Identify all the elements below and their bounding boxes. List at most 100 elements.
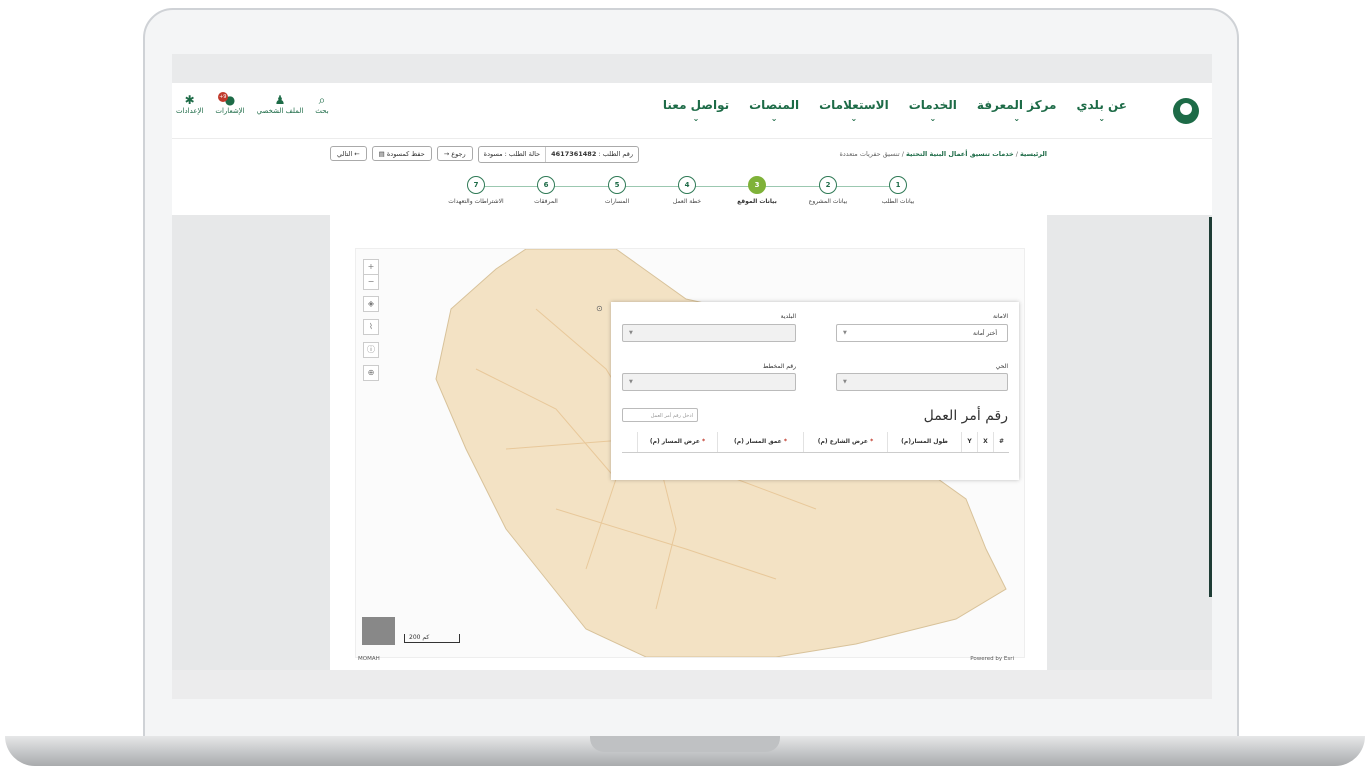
profile-label: الملف الشخصي [256,107,304,115]
request-number-field: رقم الطلب : 4617361482 [545,147,638,162]
step-number: 5 [608,176,626,194]
plan-select[interactable]: ▼ [622,373,796,391]
request-status: حالة الطلب : مسودة [483,150,541,158]
baladiya-select[interactable]: ▼ [622,324,796,342]
table-header-route-depth: عمق المسار (م) * [717,432,803,452]
table-header-route-length: طول المسار(م) [887,432,961,452]
info-icon[interactable]: ⓘ [363,342,379,358]
work-order-input[interactable]: ادخل رقم أمر العمل [622,408,698,422]
routes-table-header: # X Y طول المسار(م) عرض الشارع (م) * عمق… [622,432,1009,453]
back-button[interactable]: → رجوع [436,146,473,161]
dropdown-arrow-icon: ▼ [629,379,633,385]
profile-button[interactable]: ♟ الملف الشخصي [257,93,304,115]
nav-label: تواصل معنا [662,98,730,112]
step-4[interactable]: 4 خطة العمل [652,176,722,205]
nav-item-inquiries[interactable]: الاستعلامات ⌄ [819,98,889,123]
zoom-in-button[interactable]: + [363,259,379,275]
district-label: الحي [995,363,1008,370]
step-label: بيانات المشروع [808,198,848,205]
baladiya-label: البلدية [780,313,796,320]
map-scale-bar: 200 كم [404,634,460,643]
browser-screen: عن بلدي ⌄ مركز المعرفة ⌄ الخدمات ⌄ الاستعلا… [172,54,1212,699]
step-3[interactable]: 3 بيانات الموقع [722,176,792,205]
table-header-y: Y [961,432,977,452]
chevron-down-icon: ⌄ [850,114,858,123]
step-label: المسارات [604,198,630,205]
amana-value: أختر أمانة [973,330,997,337]
settings-button[interactable]: ✱ الإعدادات [176,93,203,115]
zoom-out-button[interactable]: − [363,274,379,290]
breadcrumb-home[interactable]: الرئيسية [1020,150,1047,158]
step-2[interactable]: 2 بيانات المشروع [793,176,863,205]
dropdown-arrow-icon: ▼ [843,379,847,385]
step-label: المرفقات [534,198,558,205]
step-number: 7 [467,176,485,194]
nav-label: الخدمات [908,98,957,112]
chevron-down-icon: ⌄ [929,114,937,123]
next-label: التالي [337,150,353,158]
amana-select[interactable]: أختر أمانة ▼ [836,324,1008,342]
collapse-panel-icon[interactable]: ⊙ [596,304,603,313]
location-form-panel: ⊙ الامانة أختر أمانة ▼ البلدية ▼ الحي ▼ ر… [596,302,1019,480]
step-label: خطة العمل [672,198,702,205]
laptop-notch [590,736,780,752]
notifications-button[interactable]: ● +9 الإشعارات [215,92,245,115]
request-actions: رقم الطلب : 4617361482 حالة الطلب : مسود… [330,146,639,163]
step-5[interactable]: 5 المسارات [582,176,652,205]
step-1[interactable]: 1 بيانات الطلب [863,176,933,205]
nav-item-knowledge[interactable]: مركز المعرفة ⌄ [977,98,1057,123]
breadcrumb-service[interactable]: خدمات تنسيق أعمال البنية التحتية [906,150,1014,158]
step-number: 6 [537,176,555,194]
save-draft-label: حفظ كمسودة [386,150,425,158]
district-select[interactable]: ▼ [836,373,1008,391]
chevron-down-icon: ⌄ [1013,114,1021,123]
site-header: عن بلدي ⌄ مركز المعرفة ⌄ الخدمات ⌄ الاستعلا… [172,83,1212,139]
breadcrumb: الرئيسية / خدمات تنسيق أعمال البنية التح… [839,150,1048,158]
table-header-x: X [977,432,993,452]
chevron-down-icon: ⌄ [692,114,700,123]
request-number-label: رقم الطلب : [598,150,633,158]
nav-label: الاستعلامات [819,98,889,112]
settings-label: الإعدادات [176,107,204,115]
locate-icon[interactable]: ⊕ [363,365,379,381]
required-mark: * [783,438,787,445]
page-scrollbar[interactable] [1209,217,1212,597]
chevron-down-icon: ⌄ [770,114,778,123]
gear-icon: ✱ [184,93,195,107]
attachment-icon[interactable]: ⌇ [363,319,379,335]
nav-item-contact[interactable]: تواصل معنا ⌄ [663,98,729,123]
step-6[interactable]: 6 المرفقات [511,176,581,205]
breadcrumb-current: تنسيق حفريات متعددة [839,150,900,158]
dropdown-arrow-icon: ▼ [843,330,847,336]
step-number: 2 [819,176,837,194]
layers-icon[interactable]: ◈ [363,296,379,312]
table-header-street-width: عرض الشارع (م) * [803,432,887,452]
step-number: 4 [678,176,696,194]
basemap-thumbnail[interactable] [362,617,395,645]
step-label: بيانات الموقع [737,198,777,205]
nav-label: عن بلدي [1076,98,1127,112]
balady-logo[interactable] [1173,98,1199,124]
nav-item-platforms[interactable]: المنصات ⌄ [749,98,799,123]
back-label: رجوع [451,150,466,158]
progress-stepper: 1 بيانات الطلب 2 بيانات المشروع 3 بيانات ال… [448,176,922,216]
plan-label: رقم المخطط [762,363,796,370]
next-button[interactable]: التالي ← [330,146,367,161]
document-icon: ▤ [378,150,385,158]
nav-item-services[interactable]: الخدمات ⌄ [909,98,957,123]
map-attribution-right: Powered by Esri [970,656,1014,662]
nav-item-about[interactable]: عن بلدي ⌄ [1076,98,1127,123]
table-header-actions [622,432,637,452]
table-header-index: # [993,432,1009,452]
save-draft-button[interactable]: ▤ حفظ كمسودة [371,146,432,161]
notifications-label: الإشعارات [215,107,245,115]
user-icon: ♟ [274,93,286,107]
search-button[interactable]: ⌕ بحث [315,93,328,115]
nav-label: مركز المعرفة [976,98,1057,112]
step-number: 1 [889,176,907,194]
required-mark: * [702,438,706,445]
step-7[interactable]: 7 الاشتراطات والتعهدات [441,176,511,205]
amana-label: الامانة [992,313,1008,320]
header-text: عمق المسار (م) [734,438,782,445]
chevron-down-icon: ⌄ [1098,114,1106,123]
